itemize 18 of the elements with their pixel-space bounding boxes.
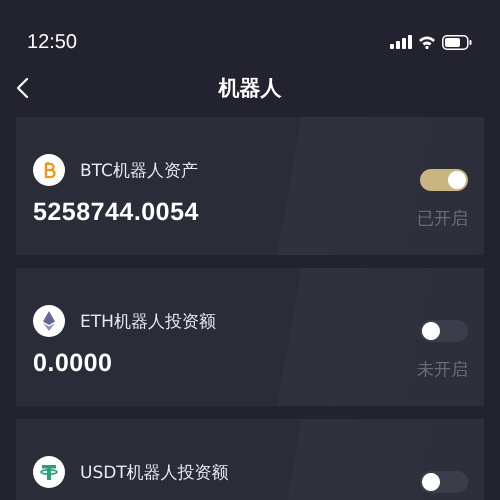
tether-icon: [33, 456, 65, 488]
toggle-switch[interactable]: [420, 471, 468, 493]
toggle-switch[interactable]: [420, 320, 468, 342]
robot-amount: 0.0000: [33, 349, 114, 378]
page-title: 机器人: [218, 75, 282, 102]
robot-title: USDT机器人投资额: [80, 462, 229, 484]
signal-icon: [390, 35, 412, 49]
status-time: 12:50: [27, 30, 78, 54]
back-icon[interactable]: [15, 77, 29, 99]
robot-amount: 5258744.0054: [33, 198, 199, 227]
battery-icon: [442, 34, 472, 50]
wifi-icon: [418, 35, 436, 49]
status-label: 已开启: [417, 208, 468, 230]
robot-title: ETH机器人投资额: [80, 310, 216, 332]
status-label: 未开启: [417, 359, 468, 381]
robot-title: BTC机器人资产: [80, 160, 198, 182]
bitcoin-icon: [33, 154, 65, 186]
toggle-switch[interactable]: [420, 169, 468, 191]
